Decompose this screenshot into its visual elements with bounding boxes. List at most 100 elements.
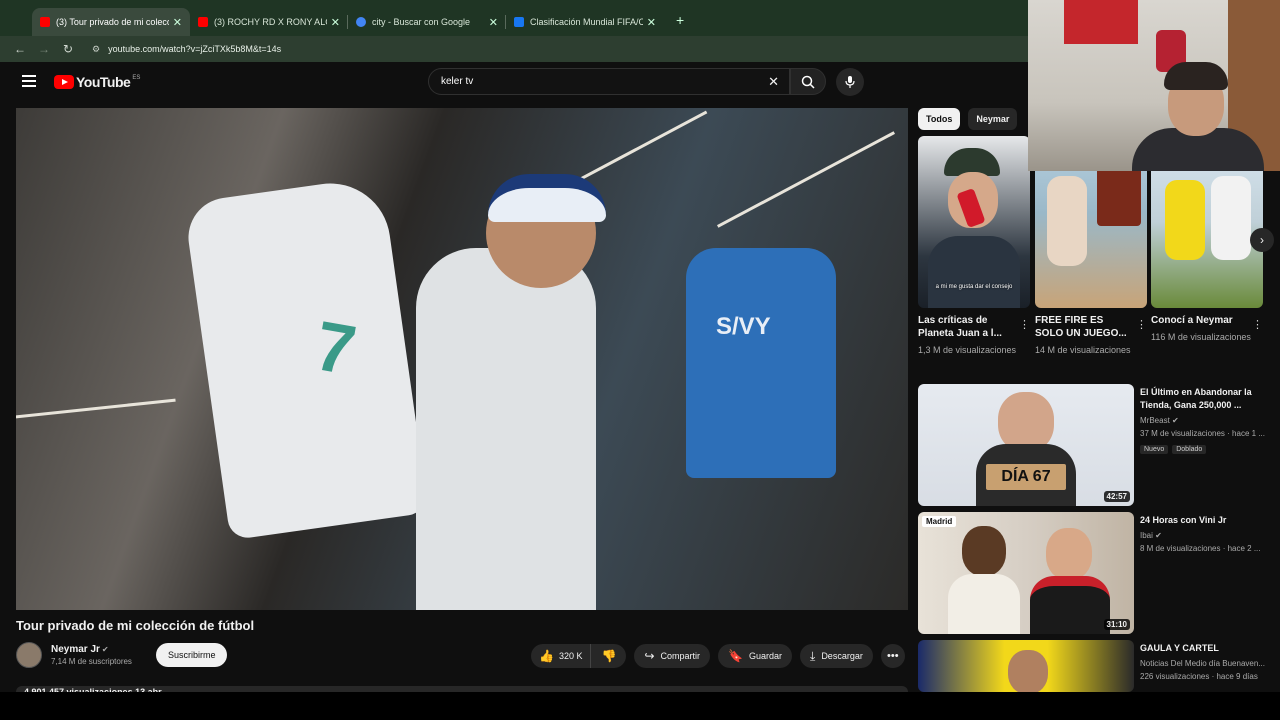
rec-meta: 37 M de visualizaciones · hace 1 ... (1140, 429, 1265, 438)
more-options-icon[interactable]: ⋮ (1252, 318, 1263, 331)
face-shape (998, 392, 1054, 452)
like-dislike-group: 👍 320 K 👎 (531, 644, 627, 668)
share-label: Compartir (660, 651, 701, 661)
chip-all[interactable]: Todos (918, 108, 961, 130)
tab-close-icon[interactable]: ✕ (647, 16, 656, 29)
browser-tab-0[interactable]: (3) Tour privado de mi colecció ✕ (32, 8, 190, 36)
short-views: 1,3 M de visualizaciones (918, 345, 1017, 355)
wall-flag (1064, 0, 1138, 44)
filter-chips: Todos Neymar (918, 108, 1018, 130)
recommendation-item[interactable]: DÍA 67 42:57 El Último en Abandonar la T… (918, 384, 1268, 506)
video-duration: 42:57 (1103, 491, 1130, 502)
short-thumbnail[interactable]: a mi me gusta dar el consejo (918, 136, 1030, 308)
rec-channel[interactable]: Noticias Del Medio día Buenaven... (1140, 659, 1268, 668)
body-shape (1030, 576, 1110, 634)
tab-close-icon[interactable]: ✕ (489, 16, 498, 29)
short-caption: a mi me gusta dar el consejo (935, 284, 1013, 290)
youtube-favicon-icon (40, 17, 50, 27)
subscribe-button[interactable]: Suscribirme (155, 643, 228, 667)
rec-info: El Último en Abandonar la Tienda, Gana 2… (1140, 386, 1268, 456)
browser-tab-3[interactable]: Clasificación Mundial FIFA/Coc ✕ (506, 8, 664, 36)
more-options-icon[interactable]: ⋮ (1019, 318, 1030, 331)
tab-close-icon[interactable]: ✕ (331, 16, 340, 29)
channel-name-row[interactable]: Neymar Jr ✔ (51, 644, 132, 655)
rec-title[interactable]: GAULA Y CARTEL (1140, 642, 1268, 655)
share-button[interactable]: ↪ Compartir (634, 644, 711, 668)
white-jersey (183, 175, 429, 541)
channel-avatar[interactable] (16, 642, 42, 668)
microphone-icon (845, 76, 855, 88)
verified-icon: ✔ (1155, 531, 1162, 540)
webcam-overlay (1028, 0, 1280, 171)
ceiling-light (564, 110, 708, 189)
rec-title[interactable]: El Último en Abandonar la Tienda, Gana 2… (1140, 386, 1268, 412)
rec-channel[interactable]: Ibai (1140, 531, 1153, 540)
verified-icon: ✔ (101, 645, 109, 654)
url-text: youtube.com/watch?v=jZciTXk5b8M&t=14s (108, 44, 282, 54)
chevron-right-icon[interactable]: › (1250, 228, 1274, 252)
youtube-logo[interactable]: YouTube ES (54, 74, 140, 90)
rec-channel-row[interactable]: Ibai ✔ (1140, 531, 1268, 540)
short-title[interactable]: FREE FIRE ES SOLO UN JUEGO... (1035, 314, 1131, 340)
rec-channel[interactable]: MrBeast (1140, 416, 1170, 425)
search-button[interactable] (790, 68, 826, 95)
like-button[interactable]: 👍 320 K (531, 644, 592, 668)
url-field[interactable]: ⚙ youtube.com/watch?v=jZciTXk5b8M&t=14s (92, 44, 281, 55)
browser-tab-1[interactable]: (3) ROCHY RD X RONY ALCA - ✕ (190, 8, 348, 36)
rec-meta: 8 M de visualizaciones · hace 2 ... (1140, 544, 1261, 553)
person-figure (416, 248, 596, 610)
thumb-sign: DÍA 67 (986, 464, 1066, 490)
download-button[interactable]: ⤓ Descargar (800, 644, 873, 668)
rec-info: GAULA Y CARTEL Noticias Del Medio día Bu… (1140, 642, 1268, 681)
share-icon: ↪ (644, 649, 655, 663)
verified-icon: ✔ (1172, 416, 1179, 425)
new-tab-button[interactable]: + (676, 12, 684, 28)
short-item[interactable]: a mi me gusta dar el consejo Las crítica… (918, 136, 1030, 366)
rec-thumbnail[interactable]: DÍA 67 42:57 (918, 384, 1134, 506)
dislike-button[interactable]: 👎 (591, 644, 626, 668)
short-title[interactable]: Las críticas de Planeta Juan a l... (918, 314, 1014, 340)
rec-title[interactable]: 24 Horas con Vini Jr (1140, 514, 1268, 527)
rec-thumbnail[interactable]: Madrid 31:10 (918, 512, 1134, 634)
thumb-label: Madrid (922, 516, 957, 527)
character-shape (1047, 176, 1087, 266)
rec-info: 24 Horas con Vini Jr Ibai ✔ 8 M de visua… (1140, 514, 1268, 553)
save-button[interactable]: 🔖 Guardar (718, 644, 792, 668)
poster-shape (1097, 166, 1141, 226)
download-icon: ⤓ (810, 648, 816, 663)
short-title[interactable]: Conocí a Neymar (1151, 314, 1247, 327)
rec-meta: 226 visualizaciones · hace 9 días (1140, 672, 1258, 681)
recommendation-item[interactable]: GAULA Y CARTEL Noticias Del Medio día Bu… (918, 640, 1268, 692)
rec-channel-row[interactable]: MrBeast ✔ (1140, 416, 1268, 425)
tab-title: (3) ROCHY RD X RONY ALCA - (214, 17, 327, 27)
blue-jersey (686, 248, 836, 478)
reload-icon[interactable]: ↻ (56, 42, 80, 56)
menu-icon[interactable] (22, 75, 36, 87)
search-input[interactable] (441, 76, 761, 87)
streamer-hair (1164, 62, 1228, 90)
body-shape (948, 574, 1020, 634)
tab-close-icon[interactable]: ✕ (173, 16, 182, 29)
recommendation-item[interactable]: Madrid 31:10 24 Horas con Vini Jr Ibai ✔… (918, 512, 1268, 634)
chip-neymar[interactable]: Neymar (968, 108, 1018, 130)
video-player[interactable]: 7 S/VY (16, 108, 908, 610)
channel-info: Neymar Jr ✔ 7,14 M de suscriptores (51, 644, 132, 666)
tab-title: city - Buscar con Google (372, 17, 471, 27)
browser-tab-2[interactable]: city - Buscar con Google ✕ (348, 8, 506, 36)
download-label: Descargar (821, 651, 863, 661)
jersey-sponsor: S/VY (716, 313, 771, 340)
rec-thumbnail[interactable] (918, 640, 1134, 692)
search-box[interactable]: ✕ (428, 68, 790, 95)
site-info-icon[interactable]: ⚙ (92, 44, 100, 55)
subscriber-count: 7,14 M de suscriptores (51, 657, 132, 666)
clear-search-icon[interactable]: ✕ (768, 74, 779, 90)
google-favicon-icon (356, 17, 366, 27)
channel-name[interactable]: Neymar Jr (51, 644, 100, 655)
more-actions-icon[interactable]: ••• (880, 644, 905, 668)
country-code: ES (132, 75, 141, 81)
voice-search-button[interactable] (836, 68, 864, 96)
video-title: Tour privado de mi colección de fútbol (16, 618, 255, 633)
forward-arrow-icon[interactable]: → (32, 42, 56, 56)
more-options-icon[interactable]: ⋮ (1136, 318, 1147, 331)
back-arrow-icon[interactable]: ← (8, 42, 32, 56)
